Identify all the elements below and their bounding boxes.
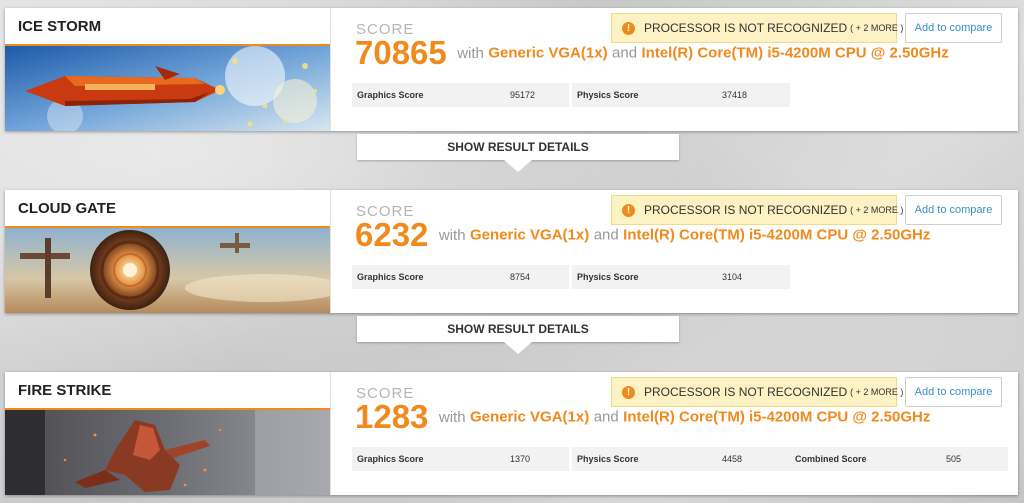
warning-more-link[interactable]: ( + 2 MORE ) [850,23,903,33]
graphics-score: Graphics Score 8754 [352,265,569,289]
warning-more-link[interactable]: ( + 2 MORE ) [850,205,903,215]
result-panel-ice-storm: ICE STORM SCORE 70865 with Generic VGA(1… [5,8,1018,131]
cpu-link[interactable]: Intel(R) Core(TM) i5-4200M CPU @ 2.50GHz [623,409,930,426]
test-name: CLOUD GATE [18,200,117,217]
graphics-score: Graphics Score 95172 [352,83,569,107]
warning-banner[interactable]: ! PROCESSOR IS NOT RECOGNIZED ( + 2 MORE… [611,195,903,225]
score-value: 6232 [355,216,429,253]
gpu-link[interactable]: Generic VGA(1x) [470,409,589,426]
warning-banner[interactable]: ! PROCESSOR IS NOT RECOGNIZED ( + 2 MORE… [611,13,903,43]
exclamation-circle-icon: ! [622,385,635,399]
score-value: 1283 [355,398,429,435]
warning-more-link[interactable]: ( + 2 MORE ) [850,387,903,397]
exclamation-circle-icon: ! [622,21,635,35]
chevron-down-icon [504,342,532,354]
gpu-link[interactable]: Generic VGA(1x) [488,45,607,62]
fire-strike-image [5,410,330,495]
test-thumbnail[interactable]: CLOUD GATE [5,190,330,313]
add-to-compare-button[interactable]: Add to compare [905,13,1002,43]
chevron-down-icon [504,160,532,172]
add-to-compare-button[interactable]: Add to compare [905,195,1002,225]
add-to-compare-button[interactable]: Add to compare [905,377,1002,407]
result-panel-cloud-gate: CLOUD GATE SCORE 6232 with Generic VGA(1… [5,190,1018,313]
exclamation-circle-icon: ! [622,203,635,217]
test-thumbnail[interactable]: ICE STORM [5,8,330,131]
physics-score: Physics Score 4458 [572,447,790,471]
cpu-link[interactable]: Intel(R) Core(TM) i5-4200M CPU @ 2.50GHz [642,45,949,62]
physics-score: Physics Score 37418 [572,83,790,107]
cloud-gate-image [5,228,330,313]
gpu-link[interactable]: Generic VGA(1x) [470,227,589,244]
score-value: 70865 [355,34,447,71]
ice-storm-image [5,46,330,131]
cpu-link[interactable]: Intel(R) Core(TM) i5-4200M CPU @ 2.50GHz [623,227,930,244]
test-thumbnail[interactable]: FIRE STRIKE [5,372,330,495]
test-name: FIRE STRIKE [18,382,112,399]
graphics-score: Graphics Score 1370 [352,447,569,471]
show-result-details-button[interactable]: SHOW RESULT DETAILS [357,316,679,354]
test-name: ICE STORM [18,18,102,35]
physics-score: Physics Score 3104 [572,265,790,289]
combined-score: Combined Score 505 [790,447,1008,471]
warning-banner[interactable]: ! PROCESSOR IS NOT RECOGNIZED ( + 2 MORE… [611,377,903,407]
show-result-details-button[interactable]: SHOW RESULT DETAILS [357,134,679,172]
result-panel-fire-strike: FIRE STRIKE SCORE 1283 with Generic VGA(… [5,372,1018,495]
